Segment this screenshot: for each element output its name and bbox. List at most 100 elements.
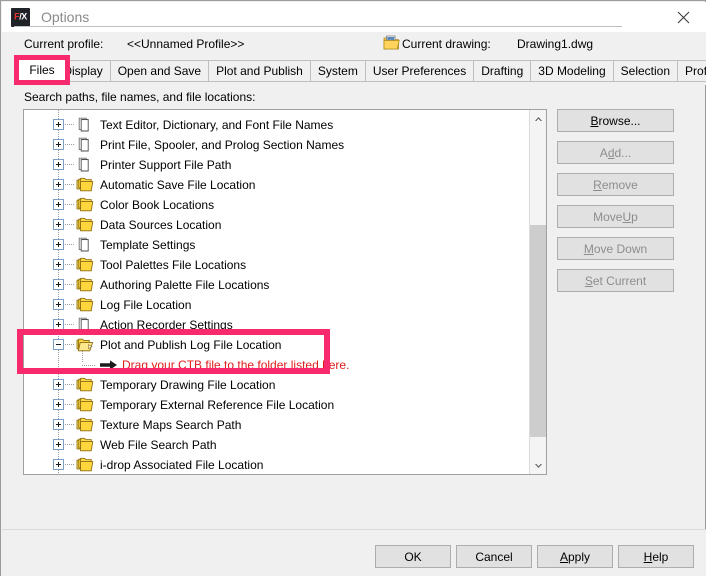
expand-toggle-icon[interactable] bbox=[53, 259, 64, 270]
expand-toggle-icon[interactable] bbox=[53, 319, 64, 330]
tree-connector-line bbox=[65, 464, 75, 465]
cancel-button[interactable]: Cancel bbox=[456, 545, 532, 568]
folder-stack-icon bbox=[76, 437, 94, 453]
tab-open-and-save[interactable]: Open and Save bbox=[109, 60, 209, 82]
tree-item-label: Log File Location bbox=[100, 298, 192, 312]
collapse-toggle-icon[interactable] bbox=[53, 339, 64, 350]
tree-connector-line bbox=[65, 224, 75, 225]
search-paths-label: Search paths, file names, and file locat… bbox=[24, 90, 256, 104]
chevron-down-icon[interactable] bbox=[530, 457, 546, 474]
folder-stack-icon bbox=[76, 277, 94, 293]
expand-toggle-icon[interactable] bbox=[53, 299, 64, 310]
path-action-buttons: Browse... Ad d... Remove Move Up Move Down Set… bbox=[557, 109, 685, 301]
add-button: Ad d... bbox=[557, 141, 674, 164]
tree-item-temporary-drawing-file-location[interactable]: Temporary Drawing File Location bbox=[24, 375, 530, 395]
tree-item-automatic-save-file-location[interactable]: Automatic Save File Location bbox=[24, 175, 530, 195]
expand-toggle-icon[interactable] bbox=[53, 419, 64, 430]
expand-toggle-icon[interactable] bbox=[53, 399, 64, 410]
tab-drafting[interactable]: Drafting bbox=[473, 60, 531, 82]
page-icon bbox=[76, 237, 94, 253]
tree-item-printer-support-file-path[interactable]: Printer Support File Path bbox=[24, 155, 530, 175]
tab-system[interactable]: System bbox=[309, 60, 365, 82]
tree-item-label: Texture Maps Search Path bbox=[100, 418, 242, 432]
tree-item-web-file-search-path[interactable]: Web File Search Path bbox=[24, 435, 530, 455]
scrollbar-thumb[interactable] bbox=[530, 225, 546, 437]
set-current-button: Set Current bbox=[557, 269, 674, 292]
tree-item-label: Web File Search Path bbox=[100, 438, 217, 452]
expand-toggle-icon[interactable] bbox=[53, 179, 64, 190]
chevron-up-icon[interactable] bbox=[530, 110, 546, 127]
expand-toggle-icon[interactable] bbox=[53, 199, 64, 210]
annotation-text: Drag your CTB file to the folder listed … bbox=[122, 358, 350, 372]
tree-connector-line bbox=[65, 324, 75, 325]
tab-files[interactable]: Files bbox=[19, 60, 65, 80]
tree-item-label: Authoring Palette File Locations bbox=[100, 278, 270, 292]
ok-button[interactable]: OK bbox=[375, 545, 451, 568]
remove-button: Remove bbox=[557, 173, 674, 196]
tree-connector-line bbox=[65, 404, 75, 405]
tab-3d-modeling[interactable]: 3D Modeling bbox=[530, 60, 613, 82]
folder-stack-icon bbox=[76, 217, 94, 233]
folder-stack-icon bbox=[76, 337, 94, 353]
tree-connector-line bbox=[65, 204, 75, 205]
tab-underline bbox=[14, 26, 622, 27]
options-dialog-window: F/X Options Current profile: <<Unnamed P… bbox=[0, 0, 706, 576]
expand-toggle-icon[interactable] bbox=[53, 219, 64, 230]
page-icon bbox=[76, 117, 94, 133]
tree-item-data-sources-location[interactable]: Data Sources Location bbox=[24, 215, 530, 235]
tree-item-action-recorder-settings[interactable]: Action Recorder Settings bbox=[24, 315, 530, 335]
tree-connector-line bbox=[65, 444, 75, 445]
expand-toggle-icon[interactable] bbox=[53, 279, 64, 290]
help-button[interactable]: Help bbox=[618, 545, 694, 568]
tree-connector-line bbox=[65, 424, 75, 425]
close-icon[interactable] bbox=[661, 2, 706, 32]
page-icon bbox=[76, 157, 94, 173]
tree-connector-line bbox=[65, 284, 75, 285]
expand-toggle-icon[interactable] bbox=[53, 139, 64, 150]
tree-item-label: Color Book Locations bbox=[100, 198, 215, 212]
fx-logo-icon: F/X bbox=[11, 7, 30, 27]
tree-item-print-file-spooler-and-prolog-section-names[interactable]: Print File, Spooler, and Prolog Section … bbox=[24, 135, 530, 155]
tab-selection[interactable]: Selection bbox=[612, 60, 678, 82]
folder-stack-icon bbox=[76, 417, 94, 433]
apply-button[interactable]: Apply bbox=[537, 545, 613, 568]
tree-item-log-file-location[interactable]: Log File Location bbox=[24, 295, 530, 315]
page-icon bbox=[76, 137, 94, 153]
tree-item-temporary-external-reference-file-location[interactable]: Temporary External Reference File Locati… bbox=[24, 395, 530, 415]
expand-toggle-icon[interactable] bbox=[53, 119, 64, 130]
move-down-button: Move Down bbox=[557, 237, 674, 260]
folder-stack-icon bbox=[76, 457, 94, 473]
tree-item-color-book-locations[interactable]: Color Book Locations bbox=[24, 195, 530, 215]
tree-item-tool-palettes-file-locations[interactable]: Tool Palettes File Locations bbox=[24, 255, 530, 275]
tree-connector-line bbox=[65, 184, 75, 185]
tree-item-label: Action Recorder Settings bbox=[100, 318, 233, 332]
tab-list: FilesDisplayOpen and SavePlot and Publis… bbox=[15, 60, 706, 82]
tree-item-texture-maps-search-path[interactable]: Texture Maps Search Path bbox=[24, 415, 530, 435]
tree-connector-line bbox=[65, 384, 75, 385]
tree-item-i-drop-associated-file-location[interactable]: i-drop Associated File Location bbox=[24, 455, 530, 474]
tree-item-text-editor-dictionary-and-font-file-names[interactable]: Text Editor, Dictionary, and Font File N… bbox=[24, 115, 530, 135]
expand-toggle-icon[interactable] bbox=[53, 239, 64, 250]
expand-toggle-icon[interactable] bbox=[53, 459, 64, 470]
browse-button[interactable]: Browse... bbox=[557, 109, 674, 132]
tree-item-label: Plot and Publish Log File Location bbox=[100, 338, 282, 352]
tree-item-plot-and-publish-log-file-location[interactable]: Plot and Publish Log File Location bbox=[24, 335, 530, 355]
tab-user-preferences[interactable]: User Preferences bbox=[364, 60, 474, 82]
expand-toggle-icon[interactable] bbox=[53, 159, 64, 170]
tree-item-authoring-palette-file-locations[interactable]: Authoring Palette File Locations bbox=[24, 275, 530, 295]
tree-connector-line bbox=[65, 164, 75, 165]
tab-profiles[interactable]: Profiles bbox=[677, 60, 706, 82]
folder-stack-icon bbox=[76, 377, 94, 393]
folder-stack-icon bbox=[76, 297, 94, 313]
tree-item-label: Print File, Spooler, and Prolog Section … bbox=[100, 138, 345, 152]
tab-plot-and-publish[interactable]: Plot and Publish bbox=[208, 60, 310, 82]
tree-scrollbar[interactable] bbox=[529, 110, 546, 474]
move-up-button: Move Up bbox=[557, 205, 674, 228]
tree-item-label: Automatic Save File Location bbox=[100, 178, 256, 192]
file-paths-tree[interactable]: Text Editor, Dictionary, and Font File N… bbox=[23, 109, 547, 475]
folder-stack-icon bbox=[76, 257, 94, 273]
expand-toggle-icon[interactable] bbox=[53, 379, 64, 390]
tree-item-template-settings[interactable]: Template Settings bbox=[24, 235, 530, 255]
expand-toggle-icon[interactable] bbox=[53, 439, 64, 450]
tree-item-label: Temporary Drawing File Location bbox=[100, 378, 276, 392]
